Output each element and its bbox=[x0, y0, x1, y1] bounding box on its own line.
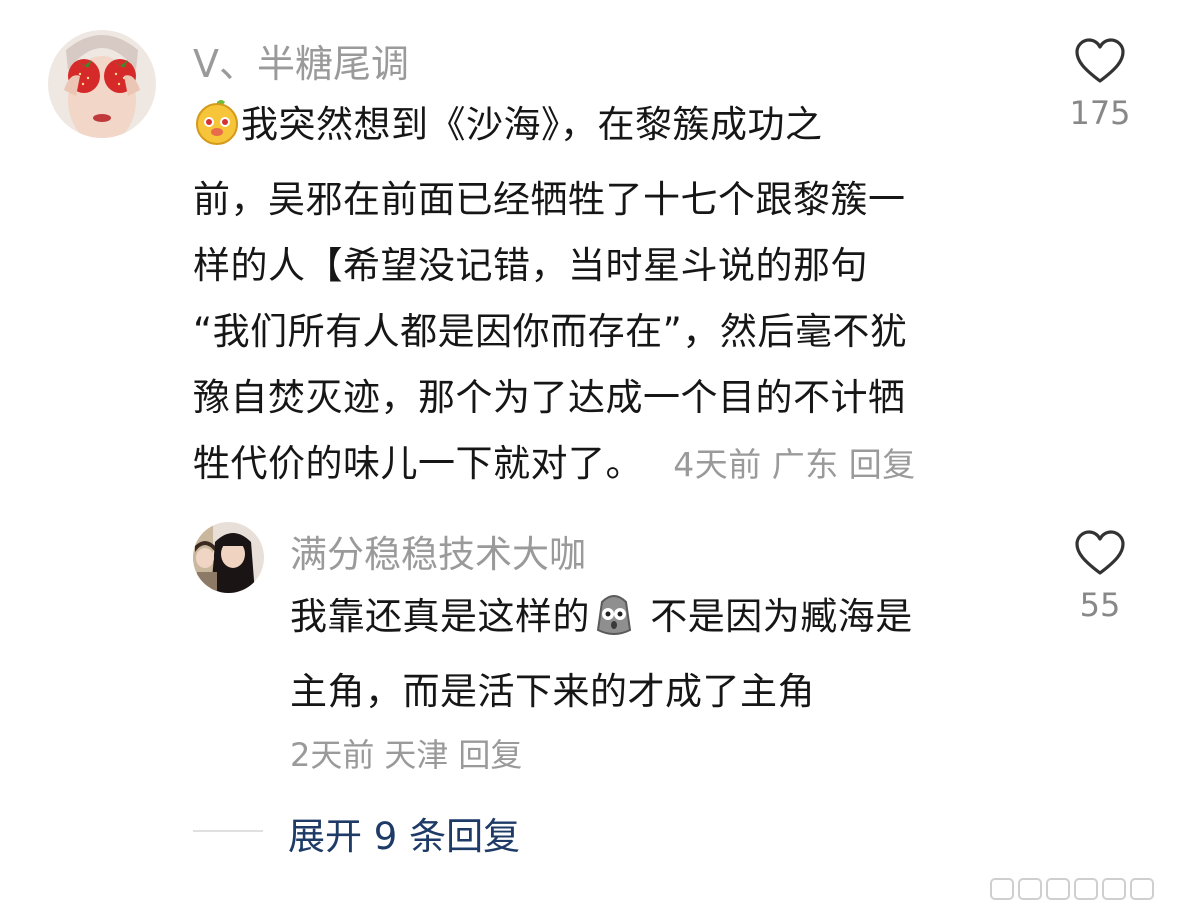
comment-line-6: 牲代价的味儿一下就对了。 4天前 广东 回复 bbox=[193, 442, 916, 485]
comment-line-2: 前，吴邪在前面已经牺牲了十七个跟黎簇一 bbox=[193, 178, 906, 221]
reply-line-1: 我靠还真是这样的 不是因为臧海是 bbox=[290, 584, 913, 659]
heart-icon bbox=[1075, 530, 1125, 575]
shocked-face-emoji-icon bbox=[590, 590, 638, 659]
comment-location: 广东 bbox=[771, 445, 839, 484]
reply-username[interactable]: 满分稳稳技术大咖 bbox=[290, 524, 586, 578]
reply-like-button[interactable]: 55 bbox=[1060, 530, 1140, 624]
divider-line bbox=[193, 830, 263, 832]
comment-username[interactable]: V、半糖尾调 bbox=[193, 33, 409, 88]
reply-button[interactable]: 回复 bbox=[849, 445, 916, 484]
heart-icon bbox=[1075, 38, 1125, 83]
like-count: 175 bbox=[1069, 94, 1131, 132]
reply-body: 我靠还真是这样的 不是因为臧海是 主角，而是活下来的才成了主角 bbox=[290, 584, 913, 725]
expand-replies-button[interactable]: 展开 9 条回复 bbox=[288, 806, 520, 860]
cute-face-emoji-icon bbox=[193, 98, 241, 167]
reply-meta: 2天前 天津 回复 bbox=[290, 730, 522, 776]
comment-line-5: 豫自焚灭迹，那个为了达成一个目的不计牺 bbox=[193, 376, 906, 419]
like-button[interactable]: 175 bbox=[1060, 38, 1140, 132]
user-avatar[interactable] bbox=[48, 30, 156, 138]
comment-line-1: 我突然想到《沙海》，在黎簇成功之 bbox=[193, 92, 916, 167]
comment-line-4: “我们所有人都是因你而存在”，然后毫不犹 bbox=[193, 310, 908, 353]
reply-avatar[interactable] bbox=[193, 522, 264, 593]
comment-meta: 4天前 广东 回复 bbox=[673, 445, 916, 484]
reply-time: 2天前 bbox=[290, 736, 375, 774]
strawberry-eyes-avatar-icon bbox=[48, 30, 156, 138]
comment-time: 4天前 bbox=[673, 445, 762, 484]
watermark-logo bbox=[989, 875, 1169, 903]
reply-reply-button[interactable]: 回复 bbox=[458, 736, 522, 774]
reply-location: 天津 bbox=[384, 736, 449, 774]
reply-line-2: 主角，而是活下来的才成了主角 bbox=[290, 670, 815, 713]
reply-like-count: 55 bbox=[1079, 586, 1121, 624]
comment-line-3: 样的人【希望没记错，当时星斗说的那句 bbox=[193, 244, 868, 287]
girl-photo-avatar-icon bbox=[193, 522, 264, 593]
comment-body: 我突然想到《沙海》，在黎簇成功之 前，吴邪在前面已经牺牲了十七个跟黎簇一 样的人… bbox=[193, 92, 916, 498]
